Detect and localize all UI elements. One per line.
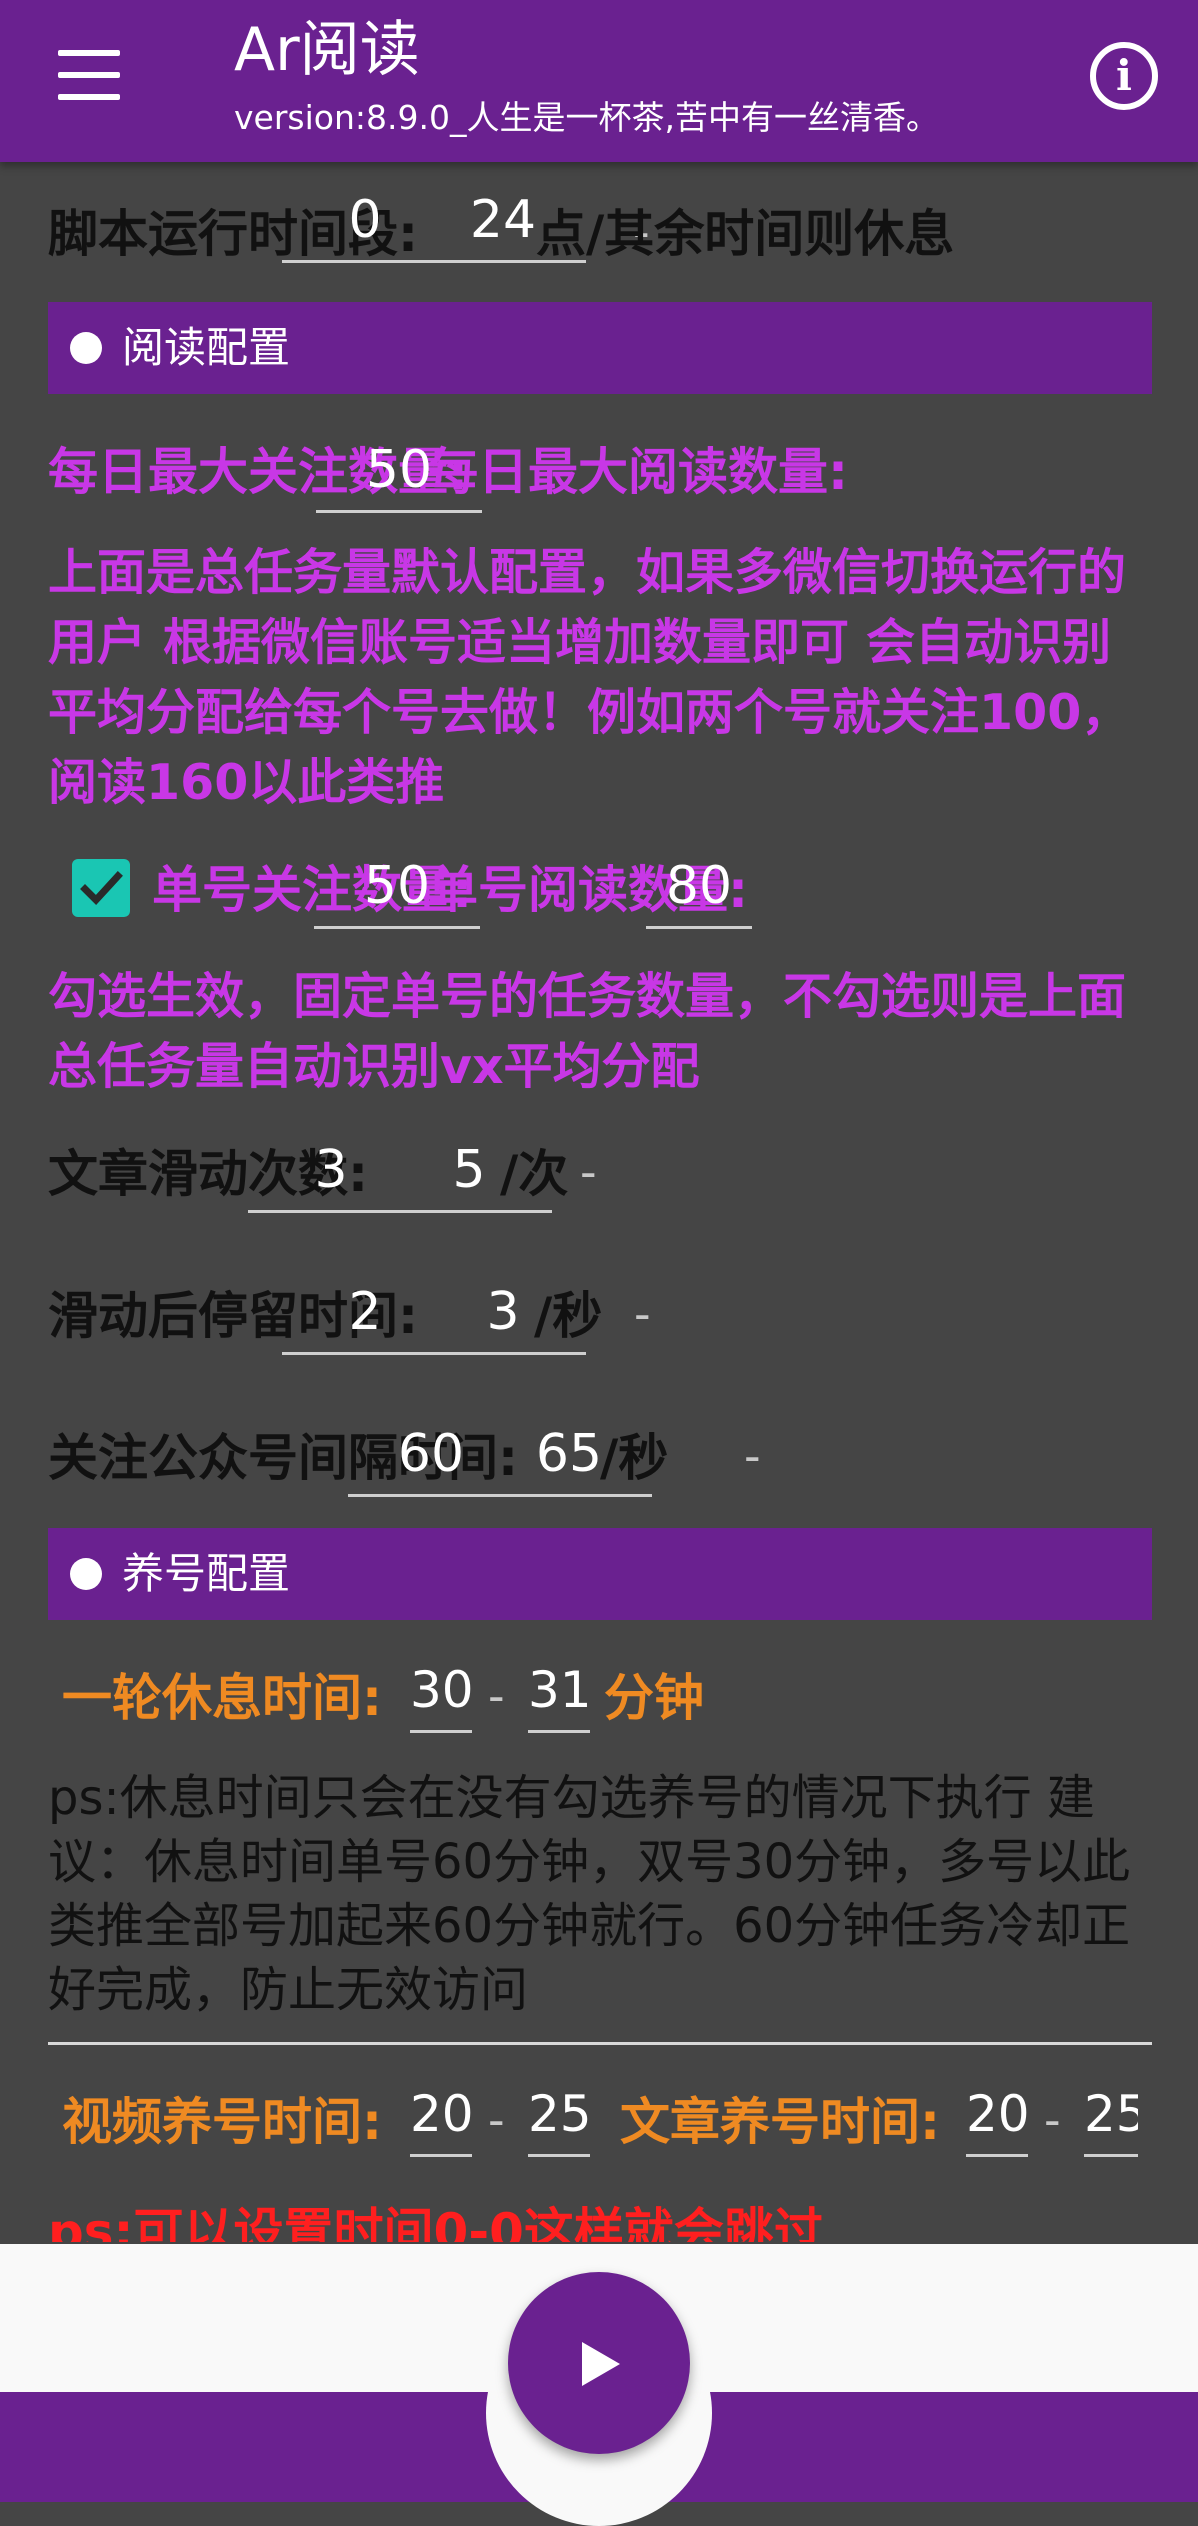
rest-time-note: ps:休息时间只会在没有勾选养号的情况下执行 建议：休息时间单号60分钟，双号3…	[48, 1770, 1131, 2018]
follow-interval-unit: /秒	[600, 1429, 669, 1487]
video-nurture-separator: -	[488, 2093, 505, 2147]
play-button[interactable]	[508, 2272, 690, 2454]
skip-note: ps:可以设置时间0-0这样就会跳过	[48, 2203, 824, 2242]
play-icon	[582, 2342, 620, 2386]
video-nurture-min-input[interactable]: 20	[410, 2074, 472, 2157]
stay-time-separator: -	[634, 1287, 651, 1341]
menu-icon[interactable]	[58, 50, 120, 100]
settings-scroll-area[interactable]: 脚本运行时间段: 0 - 24 点/其余时间则休息 阅读配置 每日最大关注数量:…	[16, 162, 1182, 2242]
section-read-config: 阅读配置	[48, 302, 1152, 394]
run-time-suffix: 点/其余时间则休息	[536, 205, 955, 263]
section-title: 养号配置	[122, 1549, 291, 1598]
article-nurture-min-input[interactable]: 20	[966, 2074, 1028, 2157]
section-title: 阅读配置	[122, 323, 291, 372]
app-subtitle: version:8.9.0_人生是一杯茶,苦中有一丝清香。	[234, 98, 939, 137]
video-nurture-max-input[interactable]: 25	[528, 2074, 590, 2157]
single-count-checkbox[interactable]	[72, 859, 130, 917]
rest-time-label: 一轮休息时间:	[62, 1669, 382, 1727]
info-icon[interactable]: i	[1090, 42, 1158, 110]
article-nurture-max-input[interactable]: 25	[1084, 2074, 1138, 2157]
app-title: Ar阅读	[234, 15, 420, 85]
bullet-icon	[70, 332, 102, 364]
article-nurture-label: 文章养号时间:	[620, 2093, 940, 2151]
bullet-icon	[70, 1558, 102, 1590]
stay-time-unit: /秒	[534, 1287, 603, 1345]
video-nurture-label: 视频养号时间:	[62, 2093, 382, 2151]
rest-time-min-input[interactable]: 30	[410, 1650, 472, 1733]
daily-read-label: 每日最大阅读数量:	[428, 443, 848, 501]
rest-time-unit: 分钟	[604, 1669, 704, 1727]
note-divider	[48, 2042, 1152, 2045]
app-bar: Ar阅读 version:8.9.0_人生是一杯茶,苦中有一丝清香。 i	[0, 0, 1198, 162]
swipe-count-separator: -	[580, 1145, 597, 1199]
rest-time-separator: -	[488, 1669, 505, 1723]
article-nurture-separator: -	[1044, 2093, 1061, 2147]
section-nurture-config: 养号配置	[48, 1528, 1152, 1620]
total-config-note: 上面是总任务量默认配置，如果多微信切换运行的用户 根据微信账号适当增加数量即可 …	[48, 544, 1131, 811]
single-read-input[interactable]: 80	[646, 846, 752, 929]
swipe-count-unit: /次	[500, 1145, 569, 1203]
rest-time-max-input[interactable]: 31	[528, 1650, 590, 1733]
single-count-note: 勾选生效，固定单号的任务数量，不勾选则是上面总任务量自动识别vx平均分配	[48, 968, 1127, 1095]
checkmark-icon	[80, 871, 123, 906]
follow-interval-separator: -	[744, 1429, 761, 1483]
